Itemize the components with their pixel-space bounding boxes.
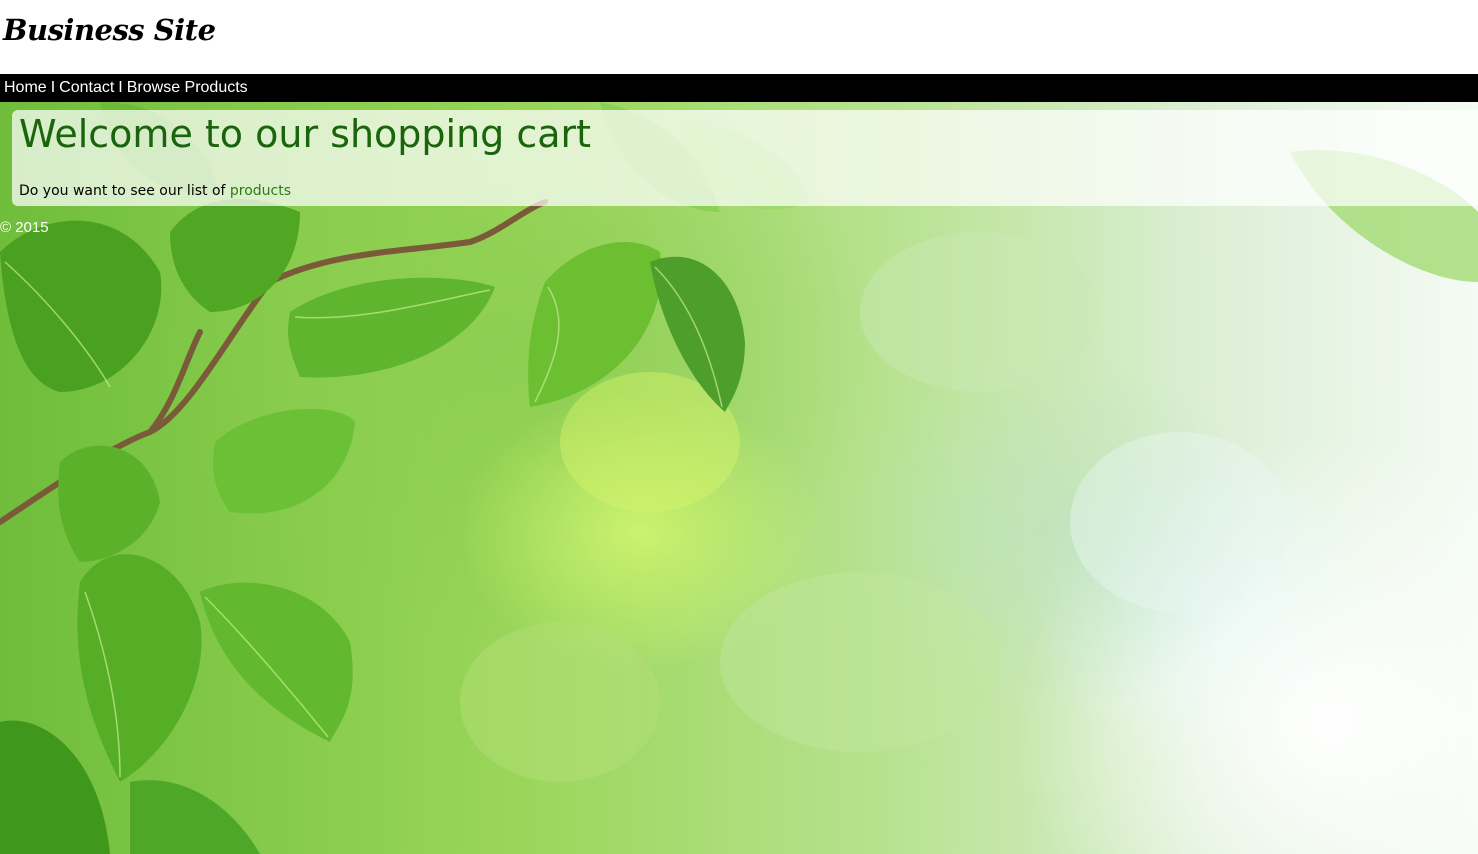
nav-browse-products-link[interactable]: Browse Products xyxy=(127,79,248,96)
nav-bar: Home I Contact I Browse Products xyxy=(0,74,1478,102)
nav-separator: I xyxy=(118,79,123,96)
welcome-text: Do you want to see our list of products xyxy=(19,183,291,199)
nav-home-link[interactable]: Home xyxy=(4,79,47,96)
site-header: Business Site xyxy=(0,0,1478,74)
green-leaves-background-image xyxy=(0,102,1478,854)
nav-separator: I xyxy=(50,79,56,96)
site-title: Business Site xyxy=(3,13,216,47)
nav-contact-link[interactable]: Contact xyxy=(59,79,114,96)
footer-copyright: © 2015 xyxy=(0,219,49,236)
products-link[interactable]: products xyxy=(230,183,291,199)
welcome-text-prefix: Do you want to see our list of xyxy=(19,183,230,199)
welcome-heading: Welcome to our shopping cart xyxy=(19,112,592,156)
